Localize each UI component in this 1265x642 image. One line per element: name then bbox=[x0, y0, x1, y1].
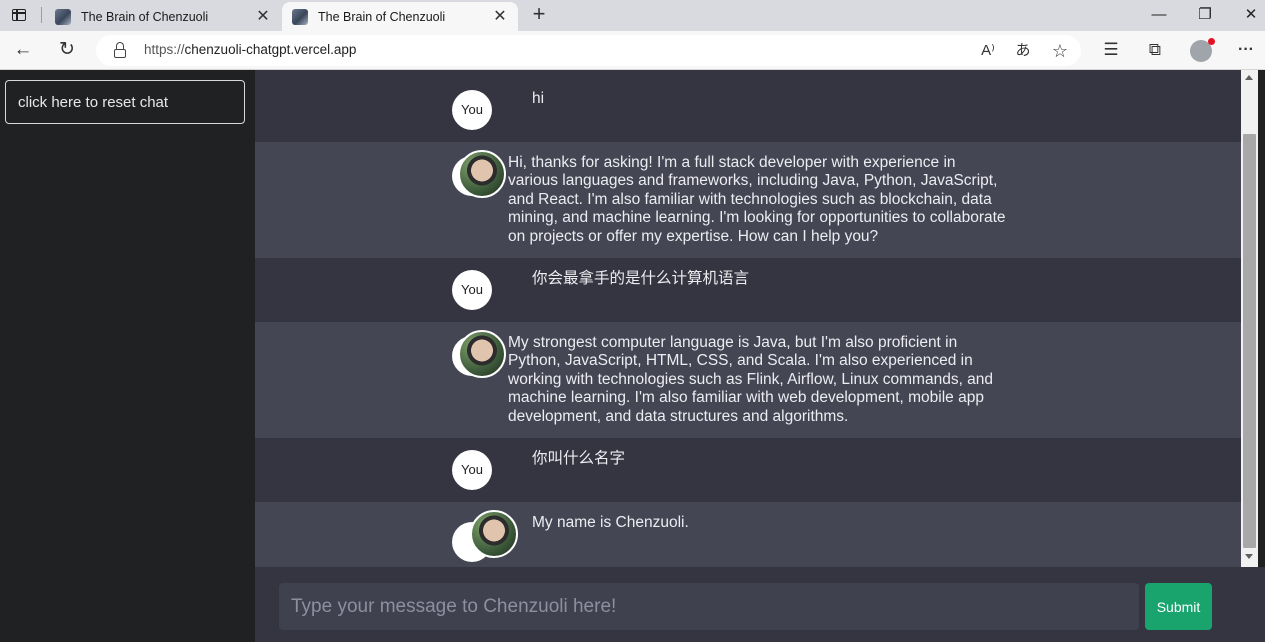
assistant-avatar bbox=[452, 150, 506, 200]
add-favorite-icon[interactable]: ☆ bbox=[1048, 40, 1072, 62]
scroll-down-icon[interactable] bbox=[1245, 554, 1253, 559]
tab-favicon-icon bbox=[292, 8, 308, 25]
chat-message-user: You 你会最拿手的是什么计算机语言 bbox=[255, 258, 1241, 322]
composer: Submit bbox=[255, 567, 1265, 642]
browser-toolbar: ← ↻ https://chenzuoli-chatgpt.vercel.app… bbox=[0, 31, 1265, 70]
url-host: chenzuoli-chatgpt.vercel.app bbox=[184, 42, 357, 57]
message-text: My strongest computer language is Java, … bbox=[508, 334, 994, 425]
sidebar: click here to reset chat bbox=[0, 70, 255, 642]
tab-inactive[interactable]: The Brain of Chenzuoli ✕ bbox=[45, 2, 281, 31]
scroll-up-icon[interactable] bbox=[1245, 75, 1253, 80]
chat-message-assistant: My strongest computer language is Java, … bbox=[255, 322, 1241, 438]
url-protocol: https:// bbox=[144, 42, 185, 57]
tab-divider bbox=[41, 7, 42, 23]
message-text: 你会最拿手的是什么计算机语言 bbox=[532, 270, 750, 287]
tab-strip: The Brain of Chenzuoli ✕ The Brain of Ch… bbox=[0, 0, 1265, 31]
message-text: 你叫什么名字 bbox=[532, 450, 626, 467]
user-avatar: You bbox=[452, 270, 492, 310]
reset-chat-button[interactable]: click here to reset chat bbox=[5, 80, 245, 124]
close-window-button[interactable]: ✕ bbox=[1238, 4, 1264, 26]
chat-log: You hi Hi, thanks for asking! I'm a full… bbox=[255, 70, 1241, 567]
tab-actions-icon bbox=[12, 9, 26, 21]
user-avatar: You bbox=[452, 450, 492, 490]
chat-message-user: You 你叫什么名字 bbox=[255, 438, 1241, 502]
tab-favicon-icon bbox=[55, 8, 71, 25]
lock-icon[interactable] bbox=[114, 42, 126, 58]
collections-icon[interactable]: ⧉ bbox=[1141, 37, 1169, 63]
tab-close-icon[interactable]: ✕ bbox=[492, 8, 508, 25]
back-icon[interactable]: ← bbox=[9, 37, 37, 63]
assistant-avatar bbox=[452, 510, 518, 562]
favorites-icon[interactable]: ☰ bbox=[1097, 37, 1125, 63]
more-icon[interactable]: ··· bbox=[1232, 37, 1260, 63]
url-text[interactable]: https://chenzuoli-chatgpt.vercel.app bbox=[144, 42, 356, 57]
message-text: Hi, thanks for asking! I'm a full stack … bbox=[508, 154, 1006, 245]
translate-icon[interactable]: あ bbox=[1011, 40, 1035, 62]
scrollbar-thumb[interactable] bbox=[1243, 134, 1256, 548]
address-bar[interactable]: https://chenzuoli-chatgpt.vercel.app A⁾ … bbox=[96, 35, 1081, 66]
tab-active[interactable]: The Brain of Chenzuoli ✕ bbox=[282, 2, 518, 31]
user-avatar: You bbox=[452, 90, 492, 130]
message-text: hi bbox=[532, 90, 545, 107]
profile-icon[interactable] bbox=[1190, 38, 1215, 62]
minimize-button[interactable]: — bbox=[1146, 4, 1172, 26]
restore-button[interactable]: ❐ bbox=[1192, 4, 1218, 26]
new-tab-button[interactable]: + bbox=[527, 3, 551, 26]
tab-title: The Brain of Chenzuoli bbox=[81, 9, 209, 24]
chat-scrollbar[interactable] bbox=[1241, 70, 1258, 567]
page: click here to reset chat You hi Hi, than… bbox=[0, 70, 1265, 642]
profile-photo-icon bbox=[470, 510, 518, 558]
tab-close-icon[interactable]: ✕ bbox=[255, 8, 271, 25]
message-input[interactable] bbox=[279, 583, 1139, 630]
profile-photo-icon bbox=[458, 150, 506, 198]
chat-message-assistant: My name is Chenzuoli. bbox=[255, 502, 1241, 567]
read-aloud-icon[interactable]: A⁾ bbox=[976, 40, 1000, 62]
assistant-avatar bbox=[452, 330, 506, 380]
submit-button[interactable]: Submit bbox=[1145, 583, 1212, 630]
tab-actions-menu-button[interactable] bbox=[6, 5, 32, 25]
chat-message-assistant: Hi, thanks for asking! I'm a full stack … bbox=[255, 142, 1241, 258]
tab-title: The Brain of Chenzuoli bbox=[318, 9, 446, 24]
profile-photo-icon bbox=[458, 330, 506, 378]
message-text: My name is Chenzuoli. bbox=[532, 514, 689, 531]
refresh-icon[interactable]: ↻ bbox=[53, 37, 81, 63]
chat-message-user: You hi bbox=[255, 70, 1241, 142]
